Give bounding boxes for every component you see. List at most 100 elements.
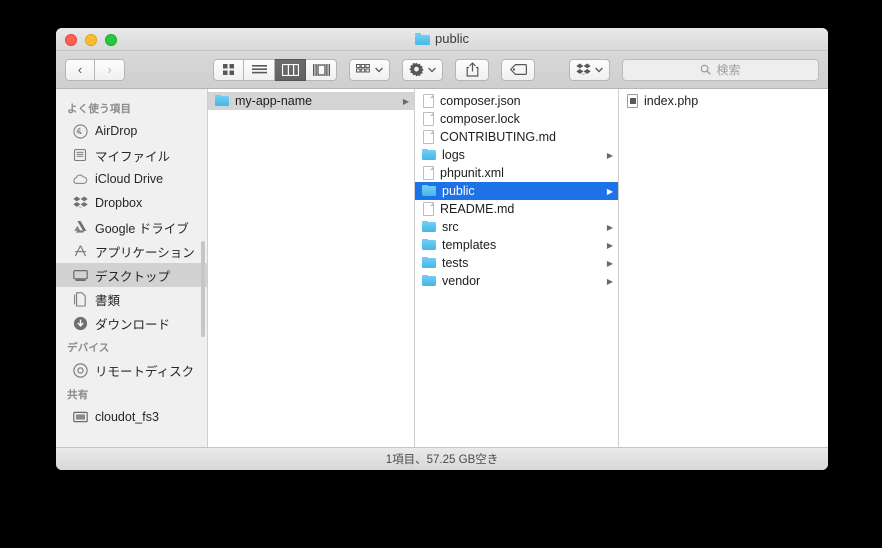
column-view-button[interactable] [275, 58, 306, 81]
sidebar-item-desktop[interactable]: デスクトップ [56, 263, 207, 287]
list-item-label: templates [442, 238, 497, 252]
finder-window: public ‹ › 検索 よく使う項目 AirDrop マイファイル iClo… [56, 28, 828, 470]
disclosure-triangle-icon: ▶ [606, 276, 613, 286]
disclosure-triangle-icon: ▶ [606, 150, 613, 160]
tag-button[interactable] [501, 58, 535, 81]
server-icon [72, 409, 88, 425]
gallery-view-button[interactable] [306, 58, 337, 81]
list-item[interactable]: composer.json [415, 92, 618, 110]
share-button[interactable] [455, 58, 489, 81]
chevron-down-icon [428, 67, 436, 73]
list-item[interactable]: tests ▶ [415, 254, 618, 272]
folder-icon [215, 94, 229, 109]
disclosure-triangle-icon: ▶ [606, 186, 613, 196]
navigation-buttons: ‹ › [65, 58, 125, 81]
downloads-icon [72, 315, 88, 331]
sidebar-item-cloudot-fs3[interactable]: cloudot_fs3 [56, 405, 207, 429]
search-icon [701, 64, 712, 75]
column-3[interactable]: index.php [619, 89, 828, 447]
list-item-label: CONTRIBUTING.md [440, 130, 556, 144]
sidebar-item-airdrop[interactable]: AirDrop [56, 119, 207, 143]
gear-icon [409, 62, 424, 77]
myfiles-icon [72, 147, 88, 163]
search-field[interactable]: 検索 [622, 58, 819, 81]
list-item[interactable]: phpunit.xml [415, 164, 618, 182]
sidebar-item-my-files[interactable]: マイファイル [56, 143, 207, 167]
forward-button[interactable]: › [95, 58, 125, 81]
list-item-label: tests [442, 256, 469, 270]
desktop-icon [72, 267, 88, 283]
column-browser: my-app-name ▶ composer.json composer.loc… [208, 89, 828, 447]
search-placeholder: 検索 [716, 63, 741, 77]
airdrop-icon [72, 123, 88, 139]
tag-icon [509, 64, 527, 75]
list-item[interactable]: vendor ▶ [415, 272, 618, 290]
list-item-label: index.php [644, 94, 699, 108]
sidebar-section-devices-header: デバイス [67, 342, 110, 354]
folder-icon [422, 238, 436, 253]
folder-icon [415, 32, 431, 45]
php-file-icon [627, 94, 638, 108]
window-titlebar[interactable]: public [56, 28, 828, 51]
column-2[interactable]: composer.json composer.lock CONTRIBUTING… [415, 89, 619, 447]
list-item[interactable]: my-app-name ▶ [208, 92, 414, 110]
list-item-label: README.md [440, 202, 515, 216]
documents-icon [72, 291, 88, 307]
list-item-label: composer.json [440, 94, 521, 108]
sidebar-item-label: Dropbox [95, 196, 143, 210]
column-1[interactable]: my-app-name ▶ [208, 89, 415, 447]
sidebar-item-google-drive[interactable]: Google ドライブ [56, 215, 207, 239]
window-title-text: public [435, 31, 469, 46]
google-drive-icon [72, 219, 88, 235]
dropbox-icon [576, 63, 591, 75]
window-title: public [56, 31, 828, 46]
action-button[interactable] [402, 58, 443, 81]
folder-icon [422, 184, 436, 199]
sidebar-item-dropbox[interactable]: Dropbox [56, 191, 207, 215]
sidebar-section-shared-header: 共有 [67, 389, 89, 401]
window-body: よく使う項目 AirDrop マイファイル iCloud Drive Dropb… [56, 89, 828, 447]
sidebar-item-remote-disk[interactable]: リモートディスク [56, 358, 207, 382]
disclosure-triangle-icon: ▶ [402, 96, 409, 106]
column-view-icon [281, 63, 299, 76]
document-icon [423, 166, 434, 180]
share-icon [466, 62, 478, 77]
list-item-selected[interactable]: public ▶ [415, 182, 618, 200]
dropbox-button[interactable] [569, 58, 610, 81]
view-mode-buttons [213, 58, 337, 81]
sidebar-scrollbar[interactable] [201, 241, 205, 337]
arrange-button[interactable] [349, 58, 390, 81]
sidebar-item-documents[interactable]: 書類 [56, 287, 207, 311]
status-bar: 1項目、57.25 GB空き [56, 447, 828, 470]
sidebar: よく使う項目 AirDrop マイファイル iCloud Drive Dropb… [56, 89, 208, 447]
sidebar-item-applications[interactable]: アプリケーション [56, 239, 207, 263]
list-view-button[interactable] [244, 58, 275, 81]
list-item[interactable]: logs ▶ [415, 146, 618, 164]
sidebar-item-icloud-drive[interactable]: iCloud Drive [56, 167, 207, 191]
list-item[interactable]: composer.lock [415, 110, 618, 128]
sidebar-item-label: cloudot_fs3 [95, 410, 159, 424]
sidebar-item-downloads[interactable]: ダウンロード [56, 311, 207, 335]
list-item-label: src [442, 220, 459, 234]
chevron-left-icon: ‹ [77, 62, 83, 77]
list-item[interactable]: src ▶ [415, 218, 618, 236]
document-icon [423, 94, 434, 108]
icon-view-button[interactable] [213, 58, 244, 81]
folder-icon [422, 274, 436, 289]
folder-icon [422, 148, 436, 163]
list-item[interactable]: index.php [619, 92, 828, 110]
back-button[interactable]: ‹ [65, 58, 95, 81]
applications-icon [72, 243, 88, 259]
document-icon [423, 202, 434, 216]
disclosure-triangle-icon: ▶ [606, 240, 613, 250]
list-item-label: my-app-name [235, 94, 313, 108]
list-item[interactable]: templates ▶ [415, 236, 618, 254]
sidebar-item-label: Google ドライブ [95, 221, 189, 236]
list-item[interactable]: CONTRIBUTING.md [415, 128, 618, 146]
chevron-down-icon [595, 67, 603, 73]
sidebar-item-label: 書類 [95, 293, 121, 308]
chevron-right-icon: › [107, 62, 112, 77]
list-item-label: phpunit.xml [440, 166, 504, 180]
list-item[interactable]: README.md [415, 200, 618, 218]
sidebar-item-label: AirDrop [95, 124, 138, 138]
